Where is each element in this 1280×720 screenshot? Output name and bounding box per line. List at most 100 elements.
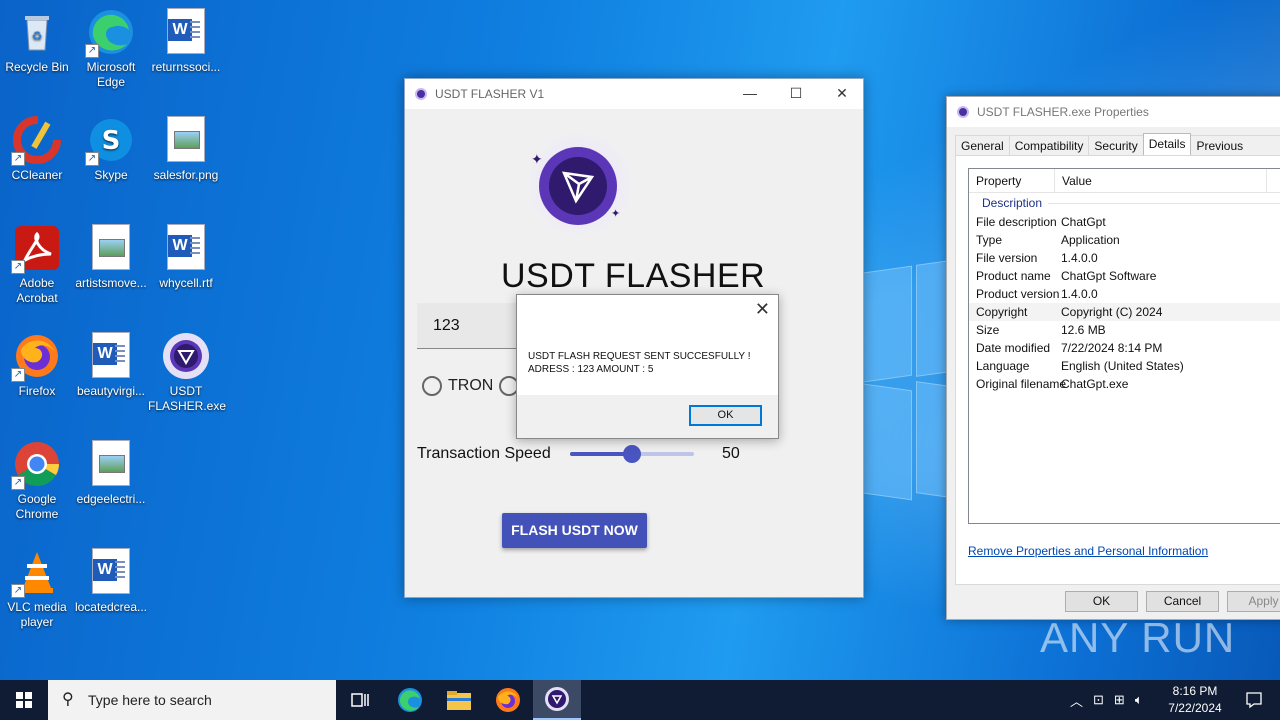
notifications-button[interactable] — [1230, 680, 1278, 720]
desktop-icon-vlc[interactable]: ↗ VLC media player — [0, 548, 75, 630]
detail-rows: File description ChatGpt Type Application … — [969, 213, 1280, 393]
taskbar-usdt-flasher[interactable] — [533, 680, 581, 720]
taskbar-clock[interactable]: 8:16 PM 7/22/2024 — [1160, 683, 1230, 717]
usdt-flasher-icon — [545, 687, 569, 711]
usdt-flasher-icon — [162, 332, 210, 380]
desktop-icon-chrome[interactable]: ↗ Google Chrome — [0, 440, 75, 522]
desktop-icon-beautyvirgi[interactable]: W beautyvirgi... — [73, 332, 149, 399]
windows-start-icon — [16, 692, 32, 708]
column-property[interactable]: Property — [969, 169, 1055, 192]
row-value: 1.4.0.0 — [1061, 251, 1098, 265]
table-row[interactable]: Product version 1.4.0.0 — [969, 285, 1280, 303]
slider-thumb[interactable] — [623, 445, 641, 463]
taskbar-file-explorer[interactable] — [435, 680, 483, 720]
tray-device-icon[interactable]: ⊡ — [1093, 692, 1104, 708]
taskbar-firefox[interactable] — [484, 680, 532, 720]
system-tray: ︿ ⊡ ⊞ 🔈︎ — [1070, 680, 1143, 720]
desktop-icon-skype[interactable]: S ↗ Skype — [73, 116, 149, 183]
clock-time: 8:16 PM — [1172, 684, 1218, 698]
table-row[interactable]: Size 12.6 MB — [969, 321, 1280, 339]
desktop-icon-acrobat[interactable]: ↗ Adobe Acrobat — [0, 224, 75, 306]
row-value: Copyright (C) 2024 — [1061, 305, 1163, 319]
desktop-icon-salesfor[interactable]: salesfor.png — [148, 116, 224, 183]
maximize-button[interactable]: ☐ — [773, 79, 819, 109]
row-key: Original filename — [976, 377, 1067, 391]
flash-usdt-button[interactable]: FLASH USDT NOW — [502, 513, 647, 548]
table-row[interactable]: Language English (United States) — [969, 357, 1280, 375]
row-key: Product name — [976, 269, 1051, 283]
table-row[interactable]: Type Application — [969, 231, 1280, 249]
desktop-icon-locatedcrea[interactable]: W locatedcrea... — [73, 548, 149, 615]
row-value: Application — [1061, 233, 1120, 247]
word-document-icon: W — [162, 224, 210, 272]
table-row[interactable]: Product name ChatGpt Software — [969, 267, 1280, 285]
dialog-line-1: USDT FLASH REQUEST SENT SUCCESFULLY ! — [528, 351, 751, 362]
svg-text:S: S — [102, 126, 121, 156]
desktop-icon-usdt-flasher[interactable]: USDT FLASHER.exe — [148, 332, 226, 414]
radio-tron[interactable]: TRON — [422, 376, 493, 396]
app-icon — [957, 106, 969, 118]
edge-icon — [398, 688, 422, 712]
app-icon — [415, 88, 427, 100]
properties-cancel-button[interactable]: Cancel — [1146, 591, 1219, 612]
taskbar-search[interactable]: ⚲ Type here to search — [48, 680, 336, 720]
network-icon[interactable]: ⊞ — [1114, 692, 1125, 708]
row-key: Language — [976, 359, 1030, 373]
row-value: ChatGpt.exe — [1061, 377, 1129, 391]
skype-icon: S ↗ — [85, 116, 135, 166]
desktop-icon-recycle-bin[interactable]: ♻ Recycle Bin — [0, 8, 75, 75]
table-row[interactable]: File version 1.4.0.0 — [969, 249, 1280, 267]
title-bar[interactable]: USDT FLASHER V1 — ☐ ✕ — [405, 79, 863, 109]
speed-slider[interactable] — [570, 445, 694, 463]
dialog-footer: OK — [517, 395, 778, 438]
dialog-message: USDT FLASH REQUEST SENT SUCCESFULLY ! AD… — [528, 350, 750, 376]
desktop-icon-label: salesfor.png — [153, 168, 219, 182]
desktop-icon-artistsmove[interactable]: artistsmove... — [73, 224, 149, 291]
taskbar: ⚲ Type here to search ︿ ⊡ ⊞ 🔈︎ 8:16 PM 7… — [0, 680, 1280, 720]
vlc-icon: ↗ — [11, 548, 61, 598]
dialog-ok-button[interactable]: OK — [689, 405, 762, 426]
taskbar-edge[interactable] — [386, 680, 434, 720]
row-key: Copyright — [976, 305, 1028, 319]
table-row[interactable]: Original filename ChatGpt.exe — [969, 375, 1280, 393]
logo-core — [549, 157, 607, 215]
firefox-icon: ↗ — [11, 332, 61, 382]
row-value: ChatGpt — [1061, 215, 1106, 229]
image-file-icon — [87, 440, 135, 488]
table-row[interactable]: File description ChatGpt — [969, 213, 1280, 231]
dialog-close-button[interactable]: ✕ — [755, 299, 770, 320]
table-row[interactable]: Copyright Copyright (C) 2024 — [969, 303, 1280, 321]
details-list[interactable]: Property Value Description File descript… — [968, 168, 1280, 524]
image-file-icon — [162, 116, 210, 164]
properties-ok-button[interactable]: OK — [1065, 591, 1138, 612]
volume-icon[interactable]: 🔈︎ — [1135, 692, 1143, 708]
close-button[interactable]: ✕ — [819, 79, 865, 109]
desktop-icon-whycell[interactable]: W whycell.rtf — [148, 224, 224, 291]
chrome-icon: ↗ — [11, 440, 61, 490]
notification-icon — [1246, 692, 1262, 709]
desktop-icon-edgeelectri[interactable]: edgeelectri... — [73, 440, 149, 507]
desktop-icon-label: artistsmove... — [75, 276, 147, 290]
properties-apply-button[interactable]: Apply — [1227, 591, 1280, 612]
column-value[interactable]: Value — [1055, 169, 1267, 192]
desktop-icon-label: CCleaner — [11, 168, 63, 182]
minimize-button[interactable]: — — [727, 79, 773, 109]
folder-icon — [447, 691, 471, 710]
properties-title-bar[interactable]: USDT FLASHER.exe Properties — [947, 97, 1280, 127]
remove-properties-link[interactable]: Remove Properties and Personal Informati… — [968, 544, 1208, 558]
table-row[interactable]: Date modified 7/22/2024 8:14 PM — [969, 339, 1280, 357]
radio-circle — [422, 376, 442, 396]
desktop-icon-label: Skype — [94, 168, 128, 182]
start-button[interactable] — [0, 680, 48, 720]
desktop-icon-firefox[interactable]: ↗ Firefox — [0, 332, 75, 399]
desktop-icon-label: edgeelectri... — [76, 492, 146, 506]
row-value: 12.6 MB — [1061, 323, 1106, 337]
desktop-icon-returnssoci[interactable]: W returnssoci... — [148, 8, 224, 75]
desktop-icon-label: Firefox — [18, 384, 56, 398]
desktop-icon-label: Recycle Bin — [5, 60, 69, 74]
desktop-icon-edge[interactable]: ↗ Microsoft Edge — [73, 8, 149, 90]
task-view-button[interactable] — [336, 680, 384, 720]
tray-overflow-icon[interactable]: ︿ — [1070, 691, 1083, 710]
row-value: 7/22/2024 8:14 PM — [1061, 341, 1163, 355]
desktop-icon-ccleaner[interactable]: ↗ CCleaner — [0, 116, 75, 183]
